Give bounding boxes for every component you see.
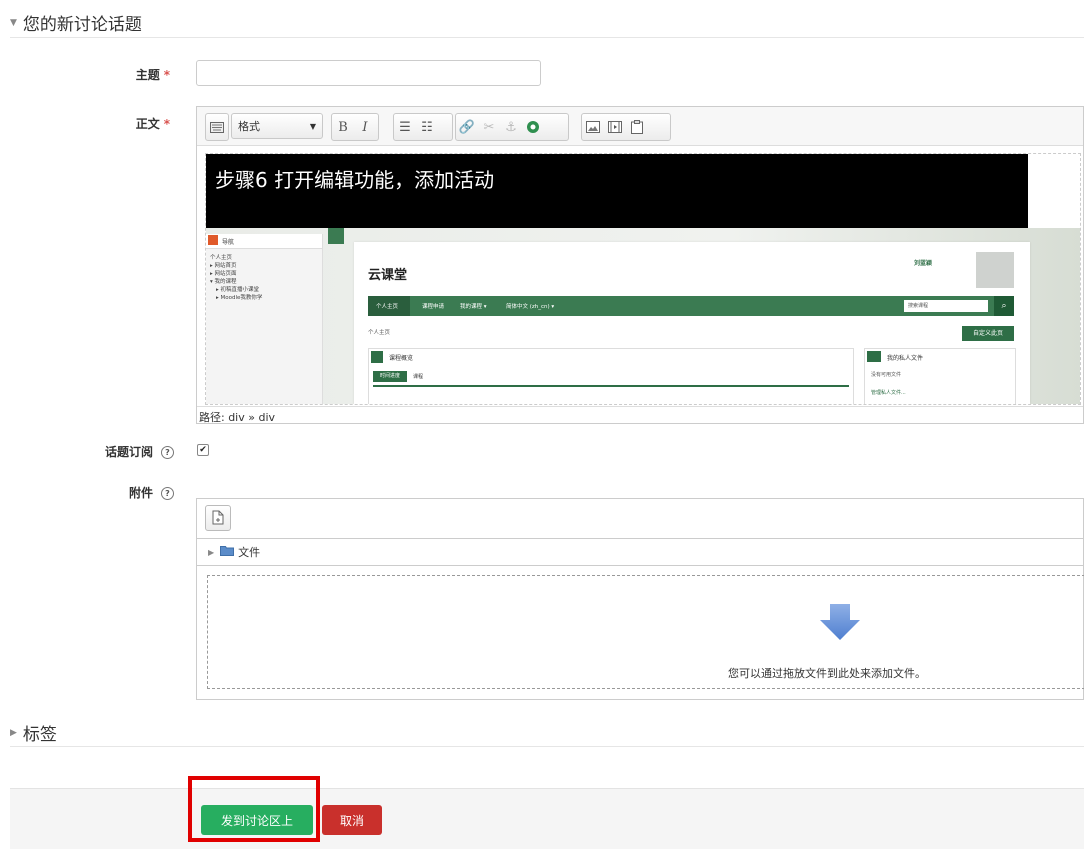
bullet-list-icon[interactable]: ☰ <box>394 115 416 139</box>
screenshot-navbar: 个人主页 课程申请 我的课程 ▾ 简体中文 (zh_cn) ▾ 搜索课程 ⌕ <box>368 296 1014 316</box>
moodle-media-icon[interactable] <box>522 115 544 139</box>
section-title: 标签 <box>22 725 57 745</box>
insert-group <box>581 113 671 141</box>
section-header-discussion[interactable]: ▼ 您的新讨论话题 <box>10 10 142 35</box>
format-select[interactable]: 格式 ▼ <box>231 113 323 139</box>
drop-hint: 您可以通过拖放文件到此处来添加文件。 <box>728 667 926 680</box>
divider <box>10 37 1084 38</box>
step-banner: 步骤6 打开编辑功能，添加活动 <box>206 154 1028 228</box>
section-title: 您的新讨论话题 <box>22 15 142 35</box>
search-icon: ⌕ <box>994 296 1014 316</box>
paste-icon[interactable] <box>626 115 648 139</box>
avatar <box>976 252 1014 288</box>
help-icon[interactable]: ? <box>161 487 174 500</box>
filemanager-drop-wrapper: 您可以通过拖放文件到此处来添加文件。 <box>196 566 1084 700</box>
required-asterisk: * <box>163 117 170 131</box>
screenshot-sidebar: 导航 个人主页 ▸ 网站首页 ▸ 网站页面 ▾ 我的课程 ▸ 初稿直播小课堂 ▸… <box>206 234 323 404</box>
bold-button[interactable]: B <box>332 115 354 139</box>
private-files-panel: 我的私人文件 没有可用文件 管理私人文件... <box>864 348 1016 404</box>
highlight-box <box>188 776 320 842</box>
help-icon[interactable]: ? <box>161 446 174 459</box>
editor-content[interactable]: 步骤6 打开编辑功能，添加活动 导航 个人主页 ▸ 网站首页 ▸ 网站页面 ▾ … <box>205 153 1081 405</box>
screenshot-side-list: 个人主页 ▸ 网站首页 ▸ 网站页面 ▾ 我的课程 ▸ 初稿直播小课堂 ▸ Mo… <box>210 255 263 301</box>
editor-path-bar: 路径: div » div <box>197 406 1083 424</box>
body-label: 正文 * <box>135 117 170 131</box>
nav-block-icon <box>208 235 218 245</box>
folder-label: 文件 <box>238 546 261 559</box>
step-heading: 步骤6 打开编辑功能，添加活动 <box>215 168 495 192</box>
subject-input[interactable] <box>196 60 541 86</box>
video-icon[interactable] <box>604 115 626 139</box>
course-overview-panel: 课程概览 时间进度 课程 <box>368 348 854 404</box>
list-group: ☰ ☷ <box>393 113 453 141</box>
divider <box>10 746 1084 747</box>
link-media-group: 🔗 ✂ ⚓ <box>455 113 569 141</box>
unlink-icon[interactable]: ✂ <box>478 115 500 139</box>
link-icon[interactable]: 🔗 <box>456 115 478 139</box>
collapse-triangle-icon: ▼ <box>10 17 17 28</box>
folder-icon <box>220 545 235 559</box>
expand-triangle-icon: ▶ <box>10 727 17 738</box>
filemanager-toolbar <box>196 498 1084 538</box>
anchor-icon[interactable]: ⚓ <box>500 115 522 139</box>
toolbar-toggle-button[interactable] <box>205 113 229 141</box>
image-icon[interactable] <box>582 115 604 139</box>
subscribe-checkbox[interactable]: ✔ <box>197 444 209 456</box>
section-header-tags[interactable]: ▶ 标签 <box>10 720 57 745</box>
keyboard-icon <box>206 115 228 139</box>
screenshot-nav-bar: 导航 <box>206 234 322 249</box>
text-style-group: B I <box>331 113 379 141</box>
dock-icon <box>328 228 344 244</box>
folder-tree[interactable]: ▶ 文件 <box>196 538 1084 566</box>
subscribe-label: 话题订阅? <box>60 443 174 460</box>
italic-button[interactable]: I <box>354 115 376 139</box>
file-drop-zone[interactable]: 您可以通过拖放文件到此处来添加文件。 <box>207 575 1084 689</box>
editor-toolbar: 格式 ▼ B I ☰ ☷ 🔗 ✂ ⚓ <box>197 107 1083 146</box>
embedded-screenshot: 导航 个人主页 ▸ 网站首页 ▸ 网站页面 ▾ 我的课程 ▸ 初稿直播小课堂 ▸… <box>206 228 1080 404</box>
numbered-list-icon[interactable]: ☷ <box>416 115 438 139</box>
attachment-label: 附件? <box>60 484 174 501</box>
add-file-button[interactable] <box>205 505 231 531</box>
chevron-down-icon: ▼ <box>309 121 316 131</box>
drop-arrow-icon <box>820 604 860 640</box>
add-file-icon <box>212 510 224 525</box>
screenshot-main: 云课堂 刘蓝颖 个人主页 课程申请 我的课程 ▾ 简体中文 (zh_cn) ▾ … <box>354 242 1030 404</box>
cancel-button[interactable]: 取消 <box>322 805 382 835</box>
expand-triangle-icon[interactable]: ▶ <box>208 548 214 557</box>
rich-text-editor[interactable]: 格式 ▼ B I ☰ ☷ 🔗 ✂ ⚓ 步骤6 打开编辑功能，添加活动 导航 个人… <box>196 106 1084 424</box>
form-footer <box>10 788 1084 849</box>
subject-label: 主题 * <box>135 68 170 82</box>
required-asterisk: * <box>163 68 170 82</box>
